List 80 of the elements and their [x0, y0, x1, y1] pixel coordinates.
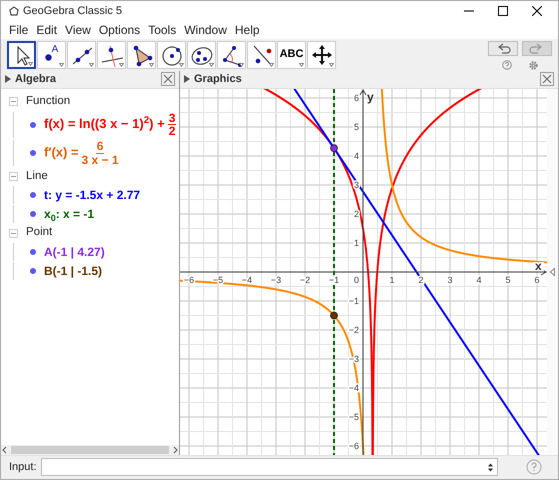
visibility-dot[interactable] [30, 248, 36, 255]
scroll-right-icon[interactable] [171, 446, 179, 454]
tool-button[interactable] [7, 40, 36, 69]
axis-tick-label: 3 [448, 274, 452, 285]
dropdown-triangle-icon [59, 62, 64, 67]
dropdown-triangle-icon [149, 62, 154, 67]
point-marker[interactable] [330, 144, 338, 152]
up-down-arrows-icon[interactable] [488, 462, 493, 472]
algebra-entry[interactable]: A(-1 | 4.27) [44, 242, 105, 261]
undo-button[interactable] [488, 40, 518, 56]
close-icon[interactable] [532, 6, 542, 16]
axis-tick-label: 6 [354, 92, 359, 103]
dropdown-triangle-icon [28, 62, 33, 66]
scroll-left-icon[interactable] [1, 446, 9, 454]
window-title: GeoGebra Classic 5 [23, 4, 124, 19]
group-label: Point [26, 225, 52, 240]
menu-item[interactable]: Window [180, 20, 231, 39]
dropdown-triangle-icon [209, 62, 214, 67]
axis-tick-label: 5 [506, 274, 510, 285]
visibility-dot[interactable] [30, 211, 36, 218]
menu-item[interactable]: Edit [32, 20, 62, 39]
axis-tick-label: −4 [242, 274, 252, 285]
tool-button[interactable]: ABC [277, 40, 306, 69]
axis-tick-label: −3 [270, 274, 282, 285]
dropdown-triangle-icon [269, 62, 274, 67]
axis-tick-label: −2 [348, 324, 359, 335]
algebra-entry[interactable]: t: y = -1.5x + 2.77 [44, 186, 140, 204]
group-label: Line [26, 169, 48, 184]
panel-title: Algebra [15, 72, 57, 87]
algebra-entry[interactable]: B(-1 | -1.5) [44, 262, 102, 280]
dropdown-triangle-icon [179, 62, 184, 67]
scrollbar-thumb[interactable] [11, 446, 169, 454]
collapse-triangle-icon[interactable] [5, 75, 11, 84]
dropdown-triangle-icon [89, 62, 94, 67]
maximize-icon[interactable] [498, 6, 508, 16]
algebra-entry[interactable]: x$_{0}$: x = -1 [44, 205, 94, 224]
menu-item[interactable]: Help [230, 20, 264, 39]
input-label: Input: [9, 460, 37, 476]
dropdown-triangle-icon [329, 62, 334, 67]
axis-tick-label: −5 [348, 412, 359, 422]
menu-item[interactable]: File [5, 20, 32, 39]
menu-item[interactable]: View [61, 20, 95, 39]
point-marker[interactable] [330, 311, 338, 319]
visibility-dot[interactable] [30, 192, 36, 198]
axis-tick-label: 1 [354, 238, 359, 248]
axis-tick-label: 2 [354, 208, 359, 219]
app-logo-icon [9, 6, 19, 16]
collapse-box-icon[interactable] [9, 96, 18, 106]
four-arrows-icon [310, 42, 334, 67]
menu-item[interactable]: Options [94, 20, 144, 39]
visibility-dot[interactable] [30, 150, 36, 156]
panel-title: Graphics [194, 72, 243, 87]
axis-tick-label: −6 [348, 440, 359, 451]
axis-tick-label: 5 [354, 122, 359, 132]
axis-tick-label: −1 [348, 296, 359, 306]
group-label: Function [26, 94, 70, 109]
tool-button[interactable]: A [37, 40, 66, 69]
collapse-box-icon[interactable] [9, 228, 18, 238]
axis-tick-label: −2 [300, 274, 310, 285]
visibility-dot[interactable] [30, 268, 36, 274]
axis-label: y [367, 90, 374, 104]
input-field[interactable] [40, 458, 498, 476]
axis-tick-label: 0 [354, 274, 359, 285]
dropdown-triangle-icon [119, 62, 124, 67]
collapse-triangle-icon[interactable] [184, 75, 190, 84]
axis-label: x [535, 258, 542, 273]
axis-tick-label: 4 [476, 274, 482, 285]
axis-tick-label: 6 [534, 274, 540, 285]
axis-tick-label: 1 [390, 274, 394, 285]
settings-icon[interactable] [528, 60, 538, 71]
visibility-dot[interactable] [30, 122, 36, 128]
point-icon [44, 54, 52, 61]
collapse-triangle-icon[interactable] [550, 268, 555, 276]
axis-tick-label: −5 [212, 274, 224, 285]
dropdown-triangle-icon [299, 62, 304, 67]
menu-item[interactable]: Tools [144, 20, 180, 39]
axis-tick-label: −1 [328, 274, 340, 285]
axis-tick-label: 4 [354, 150, 359, 161]
collapse-box-icon[interactable] [9, 172, 18, 182]
dropdown-triangle-icon [239, 62, 244, 67]
